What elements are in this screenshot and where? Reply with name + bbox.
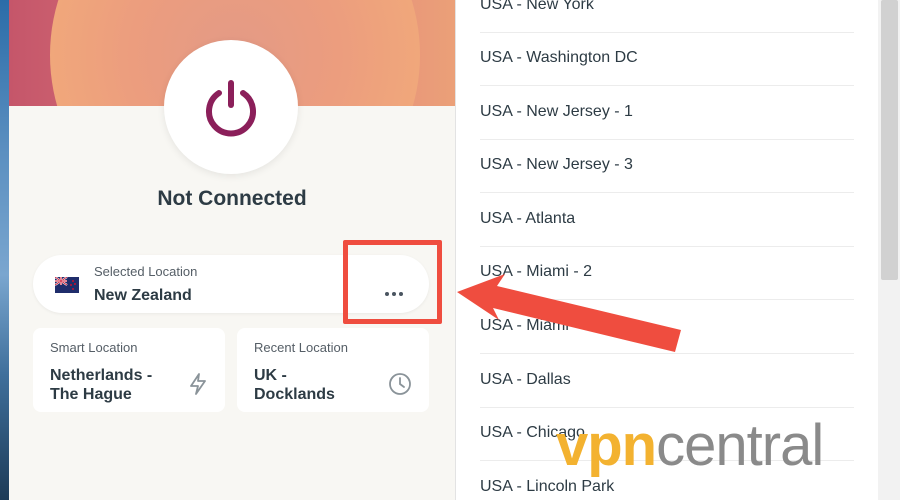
list-item[interactable]: USA - New Jersey - 3 [480,139,854,193]
watermark-part-b: central [656,413,824,478]
list-item[interactable]: USA - Washington DC [480,32,854,86]
power-icon [206,80,256,137]
recent-location-line2: Docklands [254,386,335,403]
smart-location-name: Netherlands - The Hague [50,366,180,404]
nz-flag-icon [55,277,79,293]
selected-location-caption: Selected Location [94,264,198,279]
clock-icon [389,373,411,395]
scrollbar-thumb[interactable] [881,0,898,280]
recent-location-card[interactable]: Recent Location UK - Docklands [237,328,429,412]
power-button[interactable] [164,40,298,174]
list-item[interactable]: USA - New York [480,0,854,33]
selected-location-name: New Zealand [94,287,192,304]
watermark-logo: vpncentral [556,412,824,478]
recent-location-caption: Recent Location [254,340,348,355]
list-item[interactable]: USA - Dallas [480,354,854,408]
smart-location-line1: Netherlands - [50,367,153,384]
list-item[interactable]: USA - Atlanta [480,193,854,247]
recent-location-name: UK - Docklands [254,366,384,404]
connection-status: Not Connected [157,187,307,210]
lightning-icon [190,373,206,395]
smart-location-line2: The Hague [50,386,132,403]
arrow-annotation [457,274,681,352]
desktop-background [0,0,9,500]
watermark-part-a: vpn [556,413,657,478]
list-item[interactable]: USA - New Jersey - 1 [480,86,854,140]
highlight-box [343,240,442,324]
recent-location-line1: UK - [254,367,287,384]
smart-location-card[interactable]: Smart Location Netherlands - The Hague [33,328,225,412]
smart-location-caption: Smart Location [50,340,138,355]
